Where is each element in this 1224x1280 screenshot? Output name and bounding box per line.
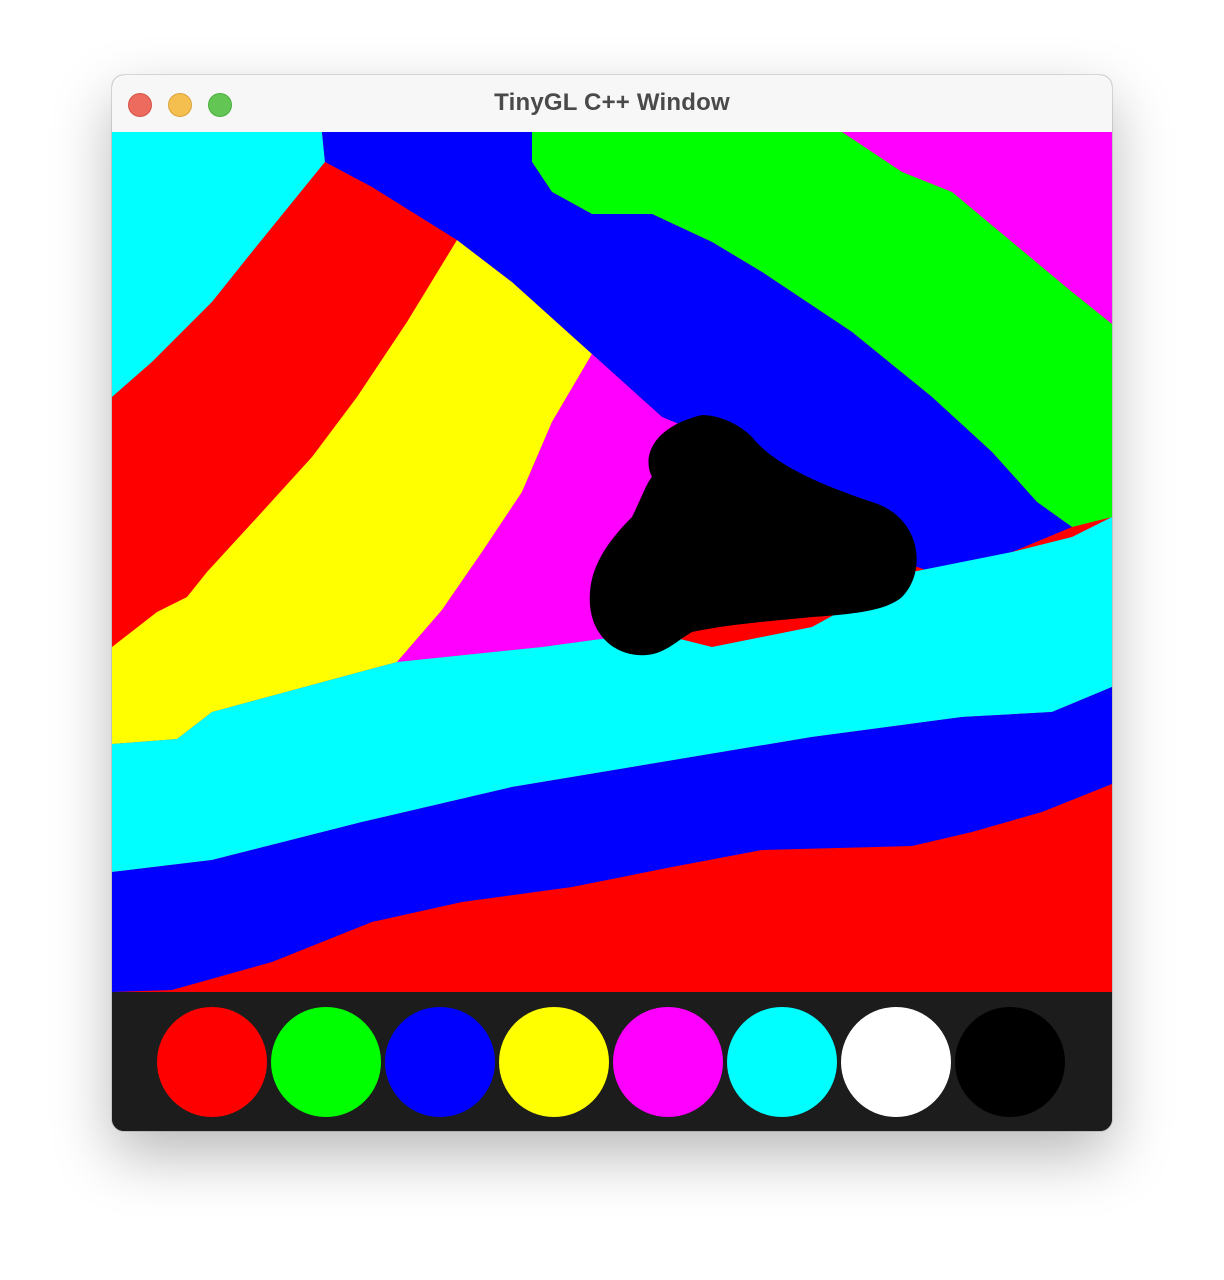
swatch-red[interactable] [157, 1007, 267, 1117]
swatch-yellow[interactable] [499, 1007, 609, 1117]
swatch-magenta[interactable] [613, 1007, 723, 1117]
swatch-green[interactable] [271, 1007, 381, 1117]
swatch-black[interactable] [955, 1007, 1065, 1117]
swatch-cyan[interactable] [727, 1007, 837, 1117]
swatch-white[interactable] [841, 1007, 951, 1117]
color-palette [112, 992, 1112, 1131]
app-window: TinyGL C++ Window [112, 75, 1112, 1131]
drawing-canvas[interactable] [112, 132, 1112, 992]
drawing-surface[interactable] [112, 132, 1112, 992]
swatch-blue[interactable] [385, 1007, 495, 1117]
title-bar[interactable]: TinyGL C++ Window [112, 75, 1112, 133]
window-title: TinyGL C++ Window [494, 89, 730, 116]
